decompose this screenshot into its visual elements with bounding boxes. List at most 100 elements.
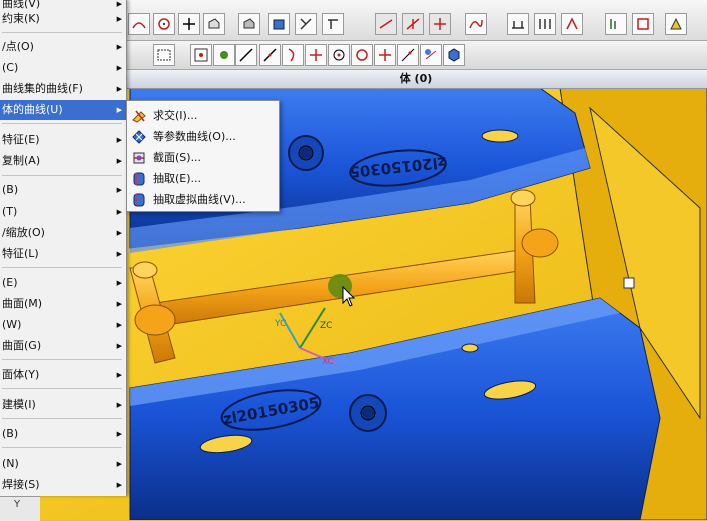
- extract-virtual-icon: [133, 193, 145, 207]
- snap-all-button[interactable]: [190, 44, 212, 66]
- submenu-item-section[interactable]: 截面(S)...: [127, 147, 279, 168]
- menu-item-sync-modeling[interactable]: 建模(I) ▶: [0, 395, 126, 415]
- submenu-item-label: 截面(S)...: [153, 151, 202, 164]
- submenu-arrow-icon: ▶: [116, 85, 122, 93]
- snap-midpoint-button[interactable]: [259, 44, 281, 66]
- menu-item-facet-body[interactable]: 面体(Y) ▶: [0, 365, 126, 385]
- submenu-arrow-icon: ▶: [116, 460, 122, 468]
- snap-quadrant-button[interactable]: [351, 44, 373, 66]
- menu-separator: [2, 447, 122, 448]
- normal-icon: [434, 18, 446, 30]
- wrap-button[interactable]: [632, 13, 654, 35]
- snap-center-button[interactable]: [328, 44, 350, 66]
- status-corner: Y: [0, 496, 40, 521]
- menu-item-label: 曲面(M): [2, 297, 43, 310]
- submenu-arrow-icon: ▶: [116, 15, 122, 23]
- menu-item-label: (C): [2, 61, 19, 74]
- graphics-window-title: 体 (0): [125, 70, 707, 89]
- spline-icon: [469, 19, 483, 29]
- menu-item-design-feature[interactable]: 特征(E) ▶: [0, 130, 126, 150]
- menu-item-surface[interactable]: (E) ▶: [0, 273, 126, 293]
- snap-endpoint-button[interactable]: [235, 44, 257, 66]
- intersection-icon: [310, 49, 322, 61]
- center-icon: [333, 49, 345, 61]
- submenu-arrow-icon: ▶: [116, 106, 122, 114]
- menu-item-curve-c[interactable]: (C) ▶: [0, 58, 126, 78]
- submenu-arrow-icon: ▶: [116, 64, 122, 72]
- combine-icon: [539, 19, 551, 29]
- combine-button[interactable]: [534, 13, 556, 35]
- menu-item-detail-feature[interactable]: 特征(L) ▶: [0, 244, 126, 264]
- submenu-arrow-icon: ▶: [116, 342, 122, 350]
- submenu-item-extract-virtual[interactable]: 抽取虚拟曲线(V)...: [127, 189, 279, 210]
- snap-intersection-button[interactable]: [305, 44, 327, 66]
- menu-item-flange-surface[interactable]: 曲面(G) ▶: [0, 336, 126, 356]
- sketch-tool-button[interactable]: [128, 13, 150, 35]
- submenu-item-extract[interactable]: 抽取(E)...: [127, 168, 279, 189]
- menu-item-label: 面体(Y): [2, 368, 40, 381]
- submenu-item-intersect[interactable]: 求交(I)...: [127, 105, 279, 126]
- sweep-button[interactable]: [322, 13, 344, 35]
- submenu-item-isoparametric[interactable]: 等参数曲线(O)...: [127, 126, 279, 147]
- menu-item-label: (T): [2, 205, 18, 218]
- snap-on-face-button[interactable]: [420, 44, 442, 66]
- circle-button[interactable]: [153, 13, 175, 35]
- offset-curve-button[interactable]: [605, 13, 627, 35]
- menu-item-combine[interactable]: (B) ▶: [0, 180, 126, 200]
- snap-existing-button[interactable]: [374, 44, 396, 66]
- menu-item-offset-scale[interactable]: /缩放(O) ▶: [0, 223, 126, 243]
- menu-item-datum-point[interactable]: /点(O) ▶: [0, 37, 126, 57]
- submenu-arrow-icon: ▶: [116, 401, 122, 409]
- snap-body-button[interactable]: [443, 44, 465, 66]
- menu-item-mesh-surface[interactable]: 曲面(M) ▶: [0, 294, 126, 314]
- mold-hole: [623, 277, 635, 289]
- menu-item-weld[interactable]: 焊接(S) ▶: [0, 475, 126, 495]
- snap-feature-button[interactable]: [213, 44, 235, 66]
- menu-item-constraint[interactable]: 约束(K) ▶: [0, 9, 126, 29]
- project-button[interactable]: [561, 13, 583, 35]
- menu-item-label: 焊接(S): [2, 478, 40, 491]
- submenu-arrow-icon: ▶: [116, 136, 122, 144]
- menu-item-label: 约束(K): [2, 12, 40, 25]
- menu-item-label: (B): [2, 183, 19, 196]
- revolve-button[interactable]: [238, 13, 260, 35]
- feature-icon: [220, 51, 228, 59]
- wrap-icon: [637, 18, 649, 30]
- analysis-button[interactable]: [665, 13, 687, 35]
- curve-snap-icon: [288, 48, 295, 62]
- intersect-icon: [132, 110, 146, 123]
- menu-item-label: 体的曲线(U): [2, 103, 63, 116]
- submenu-arrow-icon: ▶: [116, 229, 122, 237]
- submenu-arrow-icon: ▶: [116, 481, 122, 489]
- line-button[interactable]: [375, 13, 397, 35]
- menu-item-derived-curve[interactable]: 曲线集的曲线(F) ▶: [0, 79, 126, 99]
- plus-icon: [379, 49, 391, 61]
- snap-on-curve-button[interactable]: [397, 44, 419, 66]
- boss-hole-bottom: [360, 405, 376, 421]
- trim-icon: [300, 18, 312, 30]
- submenu-arrow-icon: ▶: [116, 157, 122, 165]
- menu-item-associative-copy[interactable]: 复制(A) ▶: [0, 151, 126, 171]
- snap-control-button[interactable]: [282, 44, 304, 66]
- menu-item-curve-from-bodies[interactable]: 体的曲线(U) ▶: [0, 100, 126, 120]
- line-normal-button[interactable]: [429, 13, 451, 35]
- menu-separator: [2, 123, 122, 124]
- midpoint-icon: [263, 48, 277, 62]
- point-button[interactable]: [178, 13, 200, 35]
- extrude-button[interactable]: [203, 13, 225, 35]
- menu-item-trim[interactable]: (T) ▶: [0, 202, 126, 222]
- bridge-button[interactable]: [507, 13, 529, 35]
- select-rectangle-button[interactable]: [153, 44, 175, 66]
- menu-item-b[interactable]: (B) ▶: [0, 424, 126, 444]
- submenu-arrow-icon: ▶: [116, 279, 122, 287]
- offset-button[interactable]: [268, 13, 290, 35]
- trim-button[interactable]: [295, 13, 317, 35]
- menu-item-label: 复制(A): [2, 154, 41, 167]
- menu-item-sweep[interactable]: (W) ▶: [0, 315, 126, 335]
- line-tangent-button[interactable]: [402, 13, 424, 35]
- spline-button[interactable]: [465, 13, 487, 35]
- extract-icon: [133, 172, 145, 186]
- menu-item-label: 曲线集的曲线(F): [2, 82, 83, 95]
- line-icon: [379, 19, 393, 29]
- menu-item-n[interactable]: (N) ▶: [0, 454, 126, 474]
